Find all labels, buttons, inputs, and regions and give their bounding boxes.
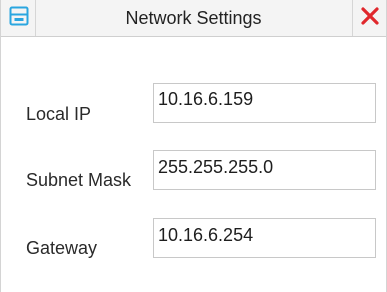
- local-ip-field[interactable]: [153, 83, 376, 123]
- local-ip-label: Local IP: [26, 104, 92, 124]
- save-icon: [9, 6, 29, 31]
- subnet-mask-row: Subnet Mask: [1, 150, 386, 198]
- subnet-mask-field[interactable]: [153, 150, 376, 190]
- network-settings-window: Network Settings Local IP Subnet Mask Ga…: [0, 0, 387, 292]
- window-title: Network Settings: [125, 8, 262, 28]
- gateway-row: Gateway: [1, 218, 386, 266]
- title-bar: Network Settings: [1, 0, 386, 37]
- save-button[interactable]: [2, 0, 36, 36]
- gateway-field[interactable]: [153, 218, 376, 258]
- local-ip-row: Local IP: [1, 83, 386, 131]
- gateway-label: Gateway: [26, 238, 98, 258]
- subnet-mask-label: Subnet Mask: [26, 170, 132, 190]
- close-button[interactable]: [352, 0, 386, 36]
- close-icon: [360, 6, 380, 31]
